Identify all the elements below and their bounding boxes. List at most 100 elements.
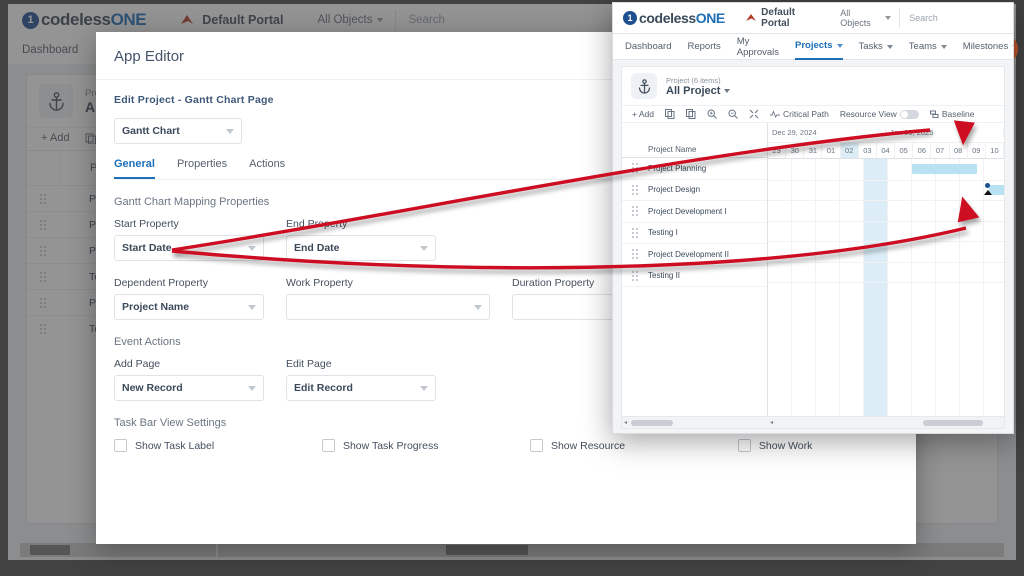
drag-handle-icon[interactable] (622, 184, 648, 195)
checkbox-show-task-label[interactable]: Show Task Label (114, 439, 300, 452)
portal-icon (181, 15, 194, 24)
chevron-down-icon (248, 245, 256, 251)
drag-handle-icon[interactable] (27, 297, 59, 308)
gantt-window-body: Project (6 items) All Project + Add Crit… (613, 60, 1013, 433)
tab-general[interactable]: General (114, 158, 155, 179)
gantt-task-name: Project Development II (648, 249, 729, 259)
window-scrollbar-right[interactable] (218, 543, 1004, 557)
checkbox-show-task-progress[interactable]: Show Task Progress (321, 439, 508, 452)
nav-item-teams[interactable]: Teams (909, 41, 947, 52)
scroll-thumb[interactable] (923, 419, 984, 426)
search-input[interactable]: Search (899, 8, 1013, 28)
gantt-bars-area (768, 159, 1004, 428)
gantt-row-line (768, 262, 1004, 283)
scroll-thumb[interactable] (30, 545, 70, 555)
drag-handle-icon[interactable] (27, 245, 59, 256)
nav-item-tasks[interactable]: Tasks (859, 41, 893, 52)
gantt-milestone-dot[interactable] (985, 182, 991, 188)
work-property-label: Work Property (286, 277, 353, 289)
portal-switcher[interactable]: Default Portal (745, 7, 822, 29)
chevron-down-icon[interactable] (724, 88, 731, 93)
add-button[interactable]: + Add (41, 132, 69, 144)
nav-item-dashboard[interactable]: Dashboard (625, 41, 671, 52)
drag-handle-icon[interactable] (27, 271, 59, 282)
nav-label: Tasks (858, 41, 883, 52)
start-property-select[interactable]: Start Date (114, 235, 264, 261)
drag-handle-icon[interactable] (622, 163, 648, 174)
gantt-task-name: Project Planning (648, 163, 707, 173)
drag-handle-icon[interactable] (27, 323, 59, 334)
scroll-thumb[interactable] (631, 419, 674, 426)
scroll-thumb[interactable] (446, 545, 528, 555)
gantt-task-row[interactable]: Testing II (622, 266, 767, 287)
gantt-task-row[interactable]: Testing I (622, 223, 767, 244)
window-scrollbar-left[interactable] (20, 543, 216, 557)
brand-logo: 1 codelessONE (623, 10, 725, 26)
zoom-out-icon[interactable] (728, 109, 738, 119)
chevron-down-icon (420, 385, 428, 391)
gantt-toolbar: + Add Critical Path Resource View Baseli… (622, 105, 1004, 123)
record-title: All Project (666, 85, 731, 97)
checkbox-show-work[interactable]: Show Work (737, 439, 876, 452)
tab-properties[interactable]: Properties (177, 158, 227, 179)
drag-handle-icon[interactable] (622, 227, 648, 238)
gantt-task-row[interactable]: Project Development II (622, 244, 767, 266)
nav-item-dashboard[interactable]: Dashboard (22, 36, 78, 64)
gantt-row-line (768, 180, 1004, 201)
baseline-button[interactable]: Baseline (929, 109, 974, 119)
drag-handle-icon[interactable] (622, 206, 648, 217)
portal-icon (745, 14, 756, 21)
gantt-task-row[interactable]: Project Planning (622, 158, 767, 180)
chevron-down-icon (420, 245, 428, 251)
checkbox-show-resource[interactable]: Show Resource (529, 439, 716, 452)
gantt-right-scrollbar[interactable]: ◂ (768, 416, 1004, 428)
checkbox-label: Show Work (758, 439, 813, 452)
drag-handle-icon[interactable] (27, 193, 59, 204)
copy-icon[interactable] (664, 109, 675, 119)
nav-item-reports[interactable]: Reports (687, 41, 720, 52)
copy-icon[interactable] (85, 133, 97, 144)
gantt-task-name: Project Design (648, 185, 701, 195)
scroll-left-icon[interactable]: ◂ (622, 419, 629, 426)
object-selector[interactable]: All Objects (317, 14, 384, 26)
drag-handle-icon[interactable] (622, 270, 648, 281)
gantt-task-bar[interactable] (912, 164, 977, 174)
nav-label: Dashboard (625, 41, 672, 52)
critical-path-label: Critical Path (782, 109, 829, 119)
scroll-left-icon[interactable]: ◂ (768, 419, 775, 426)
gantt-day-label: 05 (895, 143, 914, 158)
gantt-task-list: Project Name Project Planning Project Des… (622, 123, 1004, 428)
resource-view-toggle[interactable]: Resource View (840, 109, 919, 119)
edit-page-select[interactable]: Edit Record (286, 375, 436, 401)
duplicate-icon[interactable] (685, 109, 696, 119)
nav-item-projects[interactable]: Projects (795, 33, 843, 60)
work-property-select[interactable] (286, 294, 490, 320)
add-button[interactable]: + Add (632, 109, 654, 119)
tab-actions[interactable]: Actions (249, 158, 285, 179)
dependent-property-select[interactable]: Project Name (114, 294, 264, 320)
anchor-icon (631, 73, 657, 99)
nav-item-milestones[interactable]: Milestones (963, 41, 1013, 52)
portal-switcher[interactable]: Default Portal (180, 13, 283, 27)
gantt-milestone-marker[interactable] (983, 189, 992, 195)
critical-path-button[interactable]: Critical Path (769, 109, 829, 119)
gantt-task-row[interactable]: Project Design (622, 180, 767, 201)
drag-handle-icon[interactable] (27, 219, 59, 230)
end-property-select[interactable]: End Date (286, 235, 436, 261)
checkbox-box (737, 439, 751, 452)
fit-screen-icon[interactable] (749, 109, 759, 119)
page-select[interactable]: Gantt Chart (114, 118, 242, 144)
search-input[interactable]: Search (395, 10, 558, 30)
zoom-in-icon[interactable] (707, 109, 717, 119)
drag-handle-icon[interactable] (622, 249, 648, 260)
gantt-day-label: 31 (804, 143, 823, 158)
gantt-task-row[interactable]: Project Development I (622, 201, 767, 223)
chevron-down-icon (1012, 44, 1013, 49)
nav-item-my-approvals[interactable]: My Approvals (737, 36, 779, 58)
object-selector[interactable]: All Objects (840, 8, 892, 28)
chevron-down-icon (940, 44, 947, 49)
toggle-switch[interactable] (899, 109, 919, 119)
record-subtitle: Project (6 items) (666, 75, 721, 85)
add-page-select[interactable]: New Record (114, 375, 264, 401)
nav-label: Reports (687, 41, 721, 52)
